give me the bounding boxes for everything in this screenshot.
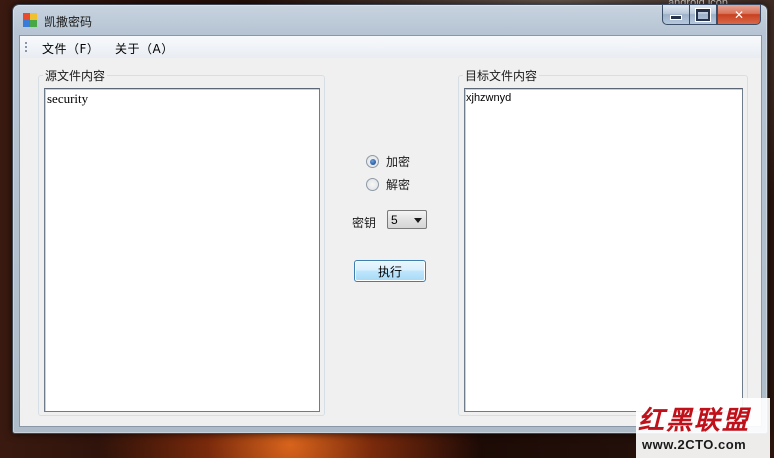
app-window: 凯撒密码 ✕ 文件（F） 关于（A） 源文件内容 security 加密 解密: [12, 4, 768, 434]
execute-button[interactable]: 执行: [354, 260, 426, 282]
source-group: 源文件内容 security: [38, 67, 325, 416]
close-button[interactable]: ✕: [717, 4, 761, 25]
key-dropdown[interactable]: 5: [387, 210, 427, 229]
source-text: security: [47, 91, 89, 106]
encrypt-radio[interactable]: [366, 155, 379, 168]
title-bar[interactable]: 凯撒密码 ✕: [13, 4, 767, 35]
chevron-down-icon: [414, 218, 422, 223]
minimize-icon: [671, 16, 681, 19]
menu-grip-icon[interactable]: [25, 42, 27, 54]
target-group: 目标文件内容 xjhzwnyd: [458, 67, 748, 416]
client-area: 文件（F） 关于（A） 源文件内容 security 加密 解密 密钥 5 执行: [19, 35, 762, 427]
watermark-chinese: 红黑联盟: [638, 406, 751, 436]
close-icon: ✕: [733, 7, 745, 22]
source-group-label: 源文件内容: [43, 67, 108, 84]
maximize-button[interactable]: [689, 4, 717, 25]
window-title: 凯撒密码: [44, 15, 93, 29]
encrypt-label: 加密: [386, 155, 411, 169]
menu-bar: 文件（F） 关于（A）: [20, 36, 761, 58]
target-textbox[interactable]: xjhzwnyd: [464, 88, 743, 412]
window-controls: ✕: [662, 4, 761, 25]
watermark-logo: 红黑联盟 www.2CTO.com: [636, 398, 770, 458]
decrypt-label: 解密: [386, 178, 411, 192]
app-icon[interactable]: [23, 13, 37, 27]
encrypt-option[interactable]: 加密: [366, 153, 410, 170]
target-group-label: 目标文件内容: [463, 67, 540, 84]
key-value: 5: [391, 213, 398, 227]
decrypt-radio[interactable]: [366, 178, 379, 191]
menu-file[interactable]: 文件（F）: [42, 40, 99, 57]
watermark-url: www.2CTO.com: [642, 437, 747, 452]
source-textbox[interactable]: security: [44, 88, 320, 412]
key-label: 密钥: [352, 216, 377, 230]
menu-about[interactable]: 关于（A）: [115, 40, 174, 57]
maximize-icon: [696, 8, 710, 21]
execute-label: 执行: [377, 264, 402, 279]
minimize-button[interactable]: [662, 4, 689, 25]
decrypt-option[interactable]: 解密: [366, 176, 410, 193]
target-text: xjhzwnyd: [466, 92, 512, 104]
